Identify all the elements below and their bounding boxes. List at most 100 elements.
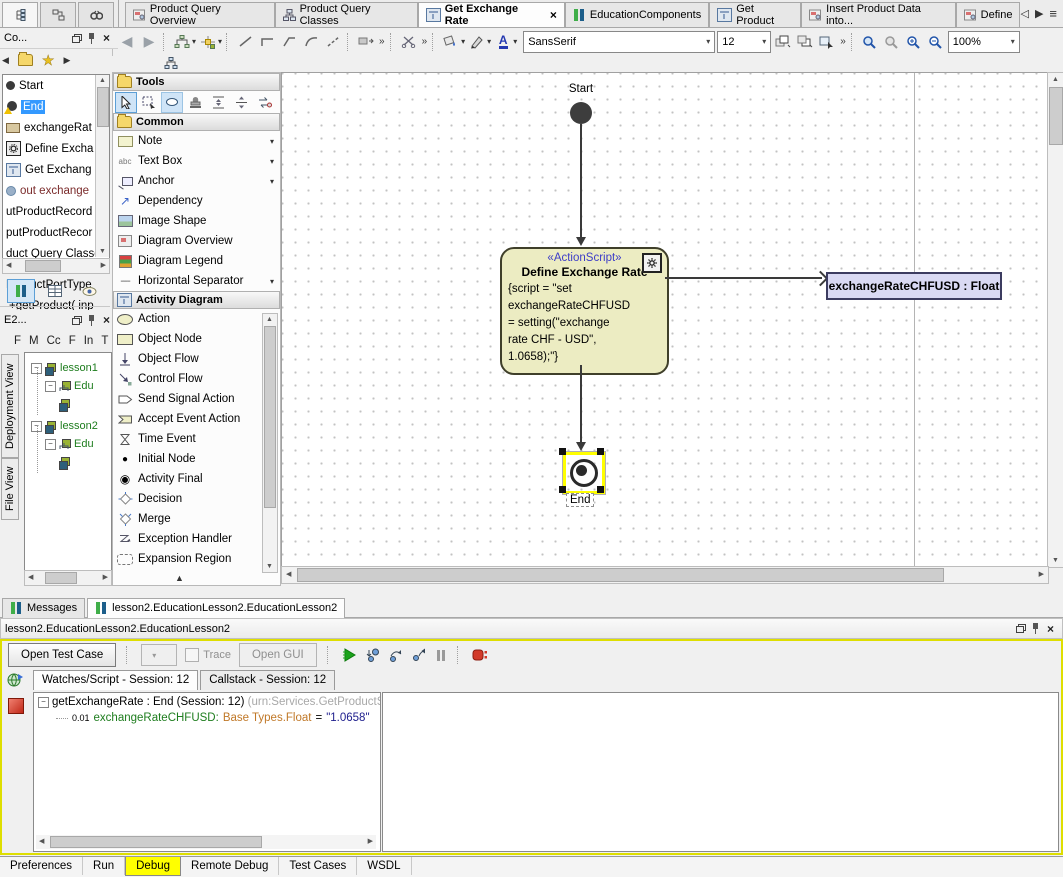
- chevron-down-icon[interactable]: ▾: [513, 37, 517, 46]
- scroll-left-icon[interactable]: ◀: [28, 574, 33, 581]
- watches-horizontal-scrollbar[interactable]: ◀ ▶: [36, 835, 376, 849]
- chevron-down-icon[interactable]: ▾: [270, 277, 274, 286]
- tab-lesson2-session[interactable]: lesson2.EducationLesson2.EducationLesson…: [87, 598, 345, 618]
- more-tools-icon[interactable]: »: [379, 36, 385, 47]
- close-icon[interactable]: ×: [99, 31, 114, 45]
- palette-item-diagram-overview[interactable]: Diagram Overview: [113, 231, 280, 251]
- line-style-dashed-button[interactable]: [323, 32, 343, 52]
- tree-item-end[interactable]: End: [3, 96, 109, 117]
- breakpoint-icon[interactable]: [8, 698, 24, 714]
- open-folder-icon[interactable]: [18, 54, 33, 66]
- canvas-vertical-scrollbar[interactable]: ▲ ▼: [1047, 72, 1063, 568]
- scroll-down-icon[interactable]: ▼: [266, 563, 273, 570]
- scroll-up-icon[interactable]: ▲: [99, 77, 106, 84]
- tab-search[interactable]: [78, 2, 114, 27]
- palette-item-image-shape[interactable]: Image Shape: [113, 211, 280, 231]
- chevron-down-icon[interactable]: ▾: [461, 37, 465, 46]
- tab-educationcomponents[interactable]: EducationComponents: [565, 2, 709, 27]
- properties-view-button[interactable]: [41, 279, 69, 303]
- collapse-icon[interactable]: −: [38, 697, 49, 708]
- font-size-select[interactable]: 12 ▾: [717, 31, 771, 53]
- tab-callstack[interactable]: Callstack - Session: 12: [200, 670, 335, 690]
- pause-button[interactable]: [435, 649, 447, 662]
- containment-tree[interactable]: Start End exchangeRat Define Excha Get E…: [2, 74, 110, 260]
- palette-item-anchor[interactable]: Anchor ▾: [113, 171, 280, 191]
- open-gui-button[interactable]: Open GUI: [239, 643, 317, 667]
- line-style-rectilinear-button[interactable]: [257, 32, 277, 52]
- selection-handle[interactable]: [597, 448, 604, 455]
- palette-item-text-box[interactable]: abc Text Box ▾: [113, 151, 280, 171]
- zoom-out-button[interactable]: [926, 32, 946, 52]
- scroll-right-icon[interactable]: ▶: [1039, 571, 1044, 578]
- palette-common-header[interactable]: Common: [113, 113, 280, 131]
- palette-vertical-scrollbar[interactable]: ▲ ▼: [262, 313, 278, 573]
- palette-item-send-signal[interactable]: Send Signal Action: [113, 389, 261, 409]
- diagrams-view-button[interactable]: [7, 279, 35, 303]
- select-order-button[interactable]: [817, 32, 837, 52]
- run-button[interactable]: [342, 648, 358, 662]
- explorer-tool-3[interactable]: Cc: [47, 335, 61, 347]
- selection-handle[interactable]: [597, 486, 604, 493]
- palette-item-expansion-region[interactable]: Expansion Region: [113, 549, 261, 569]
- favorites-star-icon[interactable]: ★: [42, 52, 55, 69]
- palette-item-decision[interactable]: Decision: [113, 489, 261, 509]
- close-icon[interactable]: ×: [1043, 622, 1058, 636]
- explorer-tool-5[interactable]: In: [84, 335, 94, 347]
- tab-messages[interactable]: Messages: [2, 598, 85, 618]
- control-flow-edge-action-to-end[interactable]: [580, 365, 582, 443]
- vertical-spread-tool-button[interactable]: [230, 92, 252, 113]
- scroll-up-icon[interactable]: ▲: [1052, 76, 1059, 83]
- tab-list-menu-button[interactable]: ≡: [1049, 6, 1057, 21]
- palette-item-note[interactable]: Note ▾: [113, 131, 280, 151]
- palette-item-accept-event[interactable]: Accept Event Action: [113, 409, 261, 429]
- scroll-left-icon[interactable]: ◀: [6, 262, 11, 269]
- float-window-icon[interactable]: [69, 313, 84, 327]
- tab-get-product[interactable]: Get Product: [709, 2, 801, 27]
- tab-get-exchange-rate[interactable]: Get Exchange Rate ×: [418, 2, 565, 27]
- collapse-left-icon[interactable]: ◀: [2, 55, 9, 66]
- zoom-selection-button[interactable]: [882, 32, 902, 52]
- scroll-right-icon[interactable]: ▶: [101, 262, 106, 269]
- font-family-select[interactable]: SansSerif ▾: [523, 31, 715, 53]
- containment-horizontal-scrollbar[interactable]: ◀ ▶: [2, 258, 110, 274]
- watch-variable-row[interactable]: 0.01 exchangeRateCHFUSD: Base Types.Floa…: [56, 712, 380, 724]
- oval-select-tool-button[interactable]: [161, 92, 183, 113]
- scroll-tabs-left-button[interactable]: ◁: [1020, 7, 1028, 20]
- scroll-tabs-right-button[interactable]: ▶: [1035, 7, 1043, 20]
- tree-item-out-exchange[interactable]: out exchange: [3, 180, 109, 201]
- step-into-button[interactable]: [366, 648, 381, 662]
- palette-item-object-flow[interactable]: Object Flow: [113, 349, 261, 369]
- pin-icon[interactable]: [84, 31, 99, 45]
- line-style-oblique-button[interactable]: [279, 32, 299, 52]
- open-test-case-button[interactable]: Open Test Case: [8, 643, 116, 667]
- palette-collapse-icon[interactable]: ▲: [175, 573, 184, 583]
- scroll-left-icon[interactable]: ◀: [39, 838, 44, 845]
- cut-button[interactable]: [399, 32, 419, 52]
- pen-color-button[interactable]: [467, 32, 487, 52]
- scrollbar-thumb[interactable]: [1049, 87, 1063, 145]
- tab-product-query-classes[interactable]: Product Query Classes: [275, 2, 418, 27]
- collapse-icon[interactable]: −: [45, 439, 56, 450]
- initial-node[interactable]: [570, 102, 592, 124]
- collapse-right-icon[interactable]: ▶: [63, 55, 70, 66]
- zoom-in-button[interactable]: [904, 32, 924, 52]
- layout-tool-button[interactable]: [172, 32, 192, 52]
- scrollbar-thumb[interactable]: [264, 326, 276, 508]
- action-script-gear-icon[interactable]: [642, 253, 662, 273]
- explorer-tool-1[interactable]: F: [14, 335, 21, 347]
- palette-item-activity-final[interactable]: ◉ Activity Final: [113, 469, 261, 489]
- scroll-right-icon[interactable]: ▶: [103, 574, 108, 581]
- float-window-icon[interactable]: [69, 31, 84, 45]
- select-tool-button[interactable]: [115, 92, 137, 113]
- tab-run[interactable]: Run: [83, 857, 125, 875]
- scroll-down-icon[interactable]: ▼: [99, 248, 106, 255]
- palette-item-diagram-legend[interactable]: Diagram Legend: [113, 251, 280, 271]
- palette-item-object-node[interactable]: Object Node ▾: [113, 329, 261, 349]
- watch-root-row[interactable]: − getExchangeRate : End (Session: 12) (u…: [38, 696, 380, 708]
- scrollbar-thumb[interactable]: [50, 836, 262, 848]
- deployment-tree[interactable]: − lesson1 − Edu − lesson2 − Edu: [24, 352, 112, 572]
- object-node-exchangerate[interactable]: exchangeRateCHFUSD : Float: [826, 272, 1002, 300]
- more-tools-icon[interactable]: »: [840, 36, 846, 47]
- script-panel[interactable]: [382, 692, 1059, 852]
- palette-item-time-event[interactable]: Time Event: [113, 429, 261, 449]
